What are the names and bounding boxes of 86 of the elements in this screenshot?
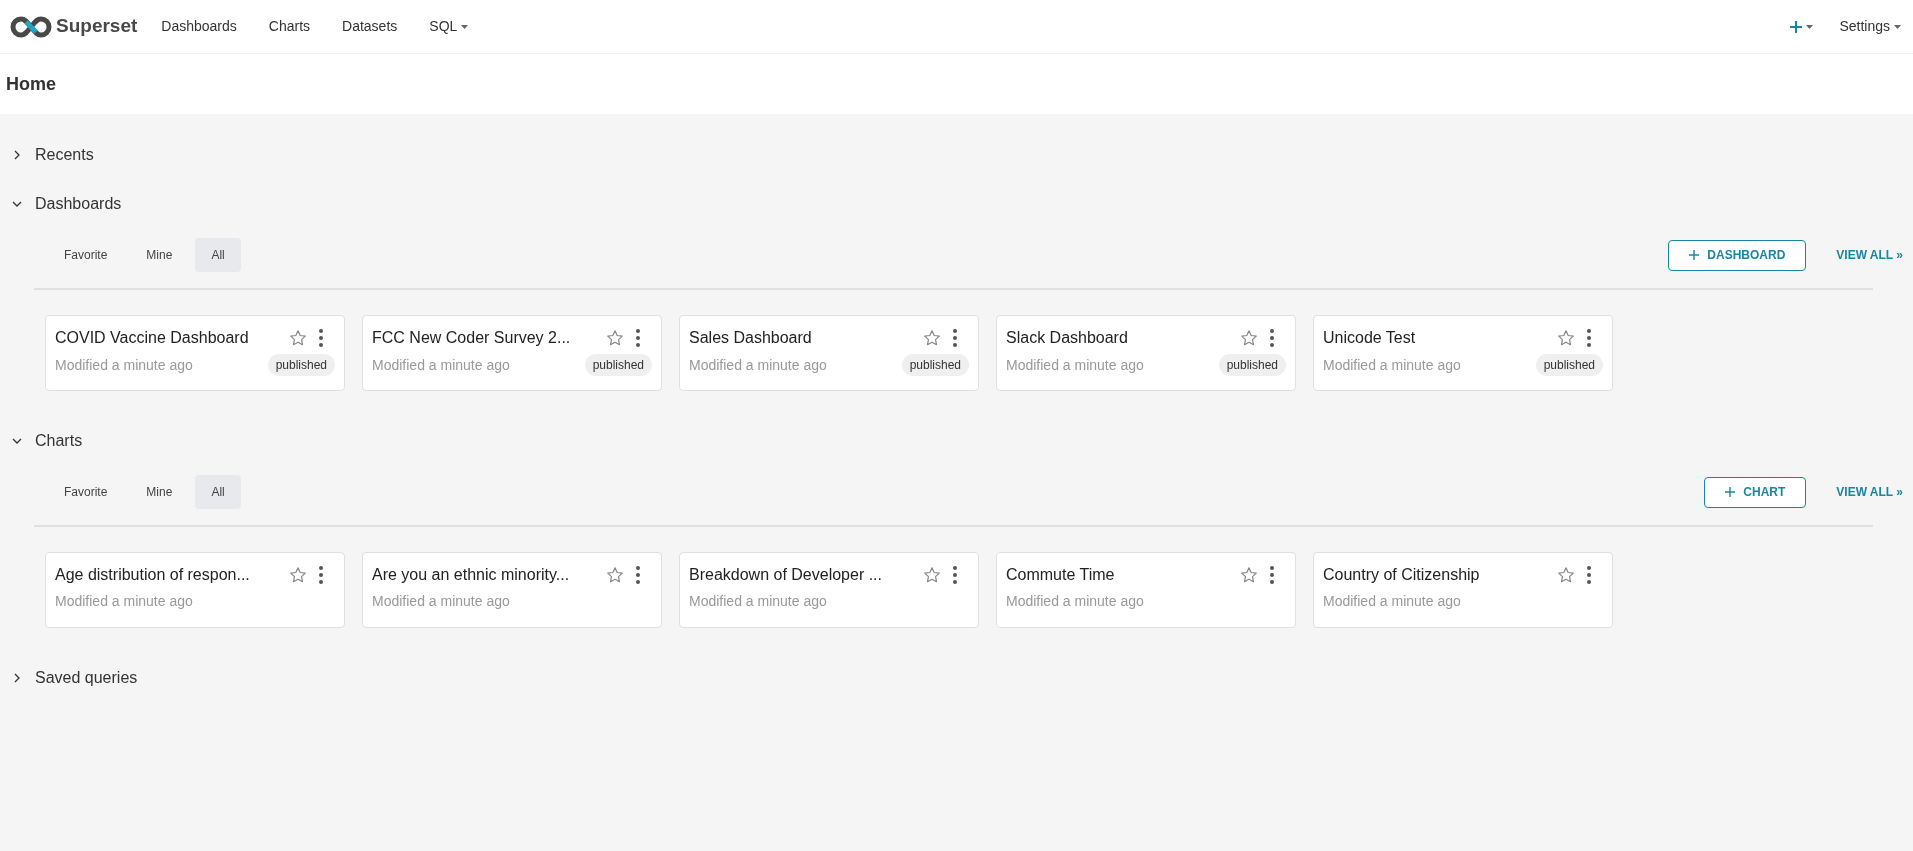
item-card[interactable]: Are you an ethnic minority... Modified a minute ago bbox=[362, 552, 662, 628]
caret-icon bbox=[1806, 24, 1814, 29]
more-icon[interactable] bbox=[1270, 566, 1274, 584]
item-card[interactable]: Breakdown of Developer ... Modified a minute ago bbox=[679, 552, 979, 628]
card-title: Sales Dashboard bbox=[689, 328, 813, 348]
filter-tab[interactable]: Mine bbox=[130, 238, 189, 272]
filter-tab[interactable]: Favorite bbox=[48, 475, 124, 509]
item-card[interactable]: Country of Citizenship Modified a minute ago bbox=[1313, 552, 1613, 628]
section-header[interactable]: Recents bbox=[0, 130, 1913, 179]
star-icon[interactable] bbox=[1240, 566, 1258, 584]
star-icon[interactable] bbox=[1240, 329, 1258, 347]
plus-icon bbox=[1689, 250, 1700, 260]
item-card[interactable]: Unicode Test Modified a minute ago published bbox=[1313, 315, 1613, 391]
filter-tab[interactable]: All bbox=[195, 238, 241, 272]
star-icon[interactable] bbox=[923, 566, 941, 584]
item-card[interactable]: Slack Dashboard Modified a minute ago published bbox=[996, 315, 1296, 391]
item-card[interactable]: FCC New Coder Survey 2... Modified a minute ago published bbox=[362, 315, 662, 391]
more-icon[interactable] bbox=[953, 566, 957, 584]
card-title: Are you an ethnic minority... bbox=[372, 565, 571, 585]
card-title: Breakdown of Developer ... bbox=[689, 565, 883, 585]
card-title: Slack Dashboard bbox=[1006, 328, 1129, 348]
card-title: Commute Time bbox=[1006, 565, 1116, 585]
more-icon[interactable] bbox=[1270, 329, 1274, 347]
plus-icon bbox=[1790, 20, 1803, 33]
section-header[interactable]: Charts bbox=[0, 416, 1913, 465]
modified-text: Modified a minute ago bbox=[689, 355, 827, 375]
infinity-logo-icon bbox=[10, 15, 52, 38]
status-label: published bbox=[267, 354, 335, 376]
modified-text: Modified a minute ago bbox=[55, 355, 193, 375]
new-item-button[interactable]: CHART bbox=[1704, 476, 1807, 508]
view-all-link[interactable]: VIEW ALL » bbox=[1836, 246, 1903, 264]
more-icon[interactable] bbox=[319, 329, 323, 347]
modified-text: Modified a minute ago bbox=[689, 592, 827, 611]
filter-tab[interactable]: Favorite bbox=[48, 238, 124, 272]
caret-icon bbox=[461, 24, 469, 29]
star-icon[interactable] bbox=[289, 329, 307, 347]
add-menu-button[interactable] bbox=[1790, 20, 1814, 33]
star-icon[interactable] bbox=[606, 329, 624, 347]
filter-tab[interactable]: Mine bbox=[130, 475, 189, 509]
nav-link[interactable]: Datasets bbox=[342, 16, 398, 37]
modified-text: Modified a minute ago bbox=[1323, 355, 1461, 375]
more-icon[interactable] bbox=[636, 329, 640, 347]
modified-text: Modified a minute ago bbox=[372, 592, 510, 611]
modified-text: Modified a minute ago bbox=[1323, 592, 1461, 611]
modified-text: Modified a minute ago bbox=[55, 592, 193, 611]
nav-link[interactable]: SQL bbox=[429, 16, 469, 37]
more-icon[interactable] bbox=[1587, 329, 1591, 347]
card-title: FCC New Coder Survey 2... bbox=[372, 328, 572, 348]
nav-link[interactable]: Charts bbox=[268, 16, 311, 37]
page-title: Home bbox=[6, 72, 56, 96]
item-card[interactable]: Age distribution of respon... Modified a minute ago bbox=[45, 552, 345, 628]
item-card[interactable]: Commute Time Modified a minute ago bbox=[996, 552, 1296, 628]
item-card[interactable]: COVID Vaccine Dashboard Modified a minute ago published bbox=[45, 315, 345, 391]
chevron-icon bbox=[12, 149, 22, 160]
view-all-link[interactable]: VIEW ALL » bbox=[1836, 483, 1903, 501]
status-label: published bbox=[901, 354, 969, 376]
star-icon[interactable] bbox=[1557, 329, 1575, 347]
star-icon[interactable] bbox=[289, 566, 307, 584]
card-title: Unicode Test bbox=[1323, 328, 1417, 348]
more-icon[interactable] bbox=[1587, 566, 1591, 584]
new-item-button[interactable]: DASHBOARD bbox=[1668, 239, 1807, 271]
star-icon[interactable] bbox=[1557, 566, 1575, 584]
star-icon[interactable] bbox=[923, 329, 941, 347]
brand-name[interactable]: Superset bbox=[56, 12, 138, 41]
card-title: Country of Citizenship bbox=[1323, 565, 1481, 585]
item-card[interactable]: Sales Dashboard Modified a minute ago published bbox=[679, 315, 979, 391]
status-label: published bbox=[1218, 354, 1286, 376]
more-icon[interactable] bbox=[636, 566, 640, 584]
plus-icon bbox=[1725, 487, 1736, 497]
more-icon[interactable] bbox=[953, 329, 957, 347]
card-title: Age distribution of respon... bbox=[55, 565, 251, 585]
star-icon[interactable] bbox=[606, 566, 624, 584]
card-title: COVID Vaccine Dashboard bbox=[55, 328, 250, 348]
section-header[interactable]: Dashboards bbox=[0, 179, 1913, 228]
caret-icon bbox=[1894, 24, 1901, 29]
status-label: published bbox=[584, 354, 652, 376]
settings-menu[interactable]: Settings bbox=[1839, 16, 1901, 37]
nav-link[interactable]: Dashboards bbox=[161, 16, 237, 37]
section-header[interactable]: Saved queries bbox=[0, 653, 1913, 702]
more-icon[interactable] bbox=[319, 566, 323, 584]
filter-tab[interactable]: All bbox=[195, 475, 241, 509]
modified-text: Modified a minute ago bbox=[1006, 355, 1144, 375]
chevron-icon bbox=[12, 672, 22, 683]
modified-text: Modified a minute ago bbox=[1006, 592, 1144, 611]
modified-text: Modified a minute ago bbox=[372, 355, 510, 375]
status-label: published bbox=[1535, 354, 1603, 376]
